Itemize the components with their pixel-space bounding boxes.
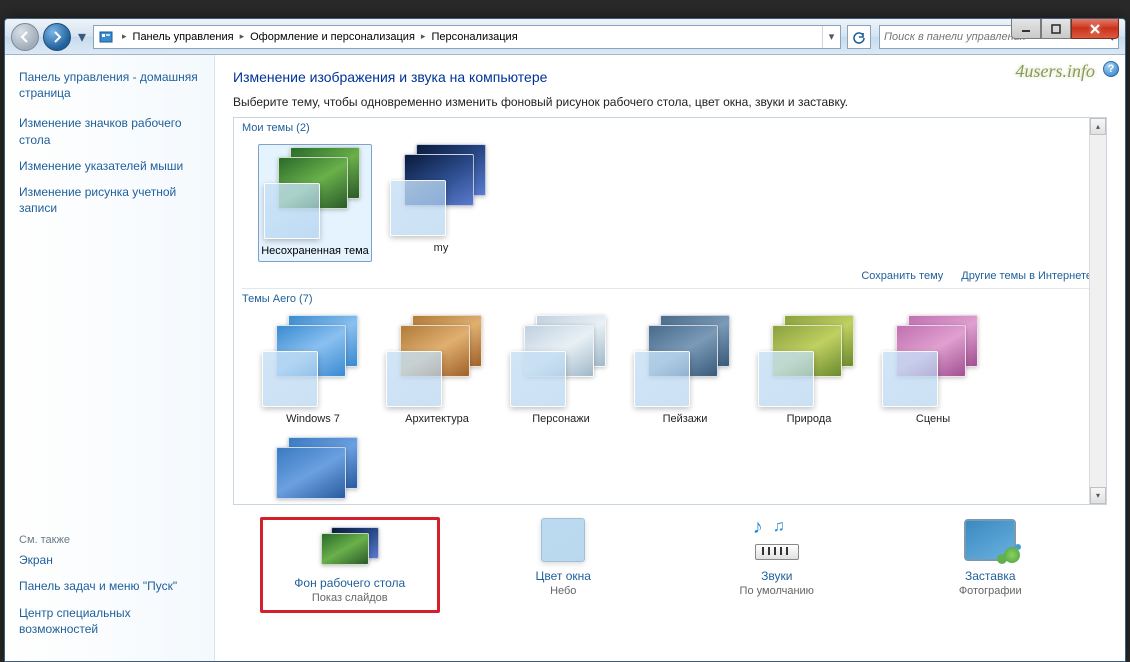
address-dropdown[interactable]: ▾	[822, 26, 840, 48]
theme-my[interactable]: my	[386, 144, 496, 262]
control-panel-home-link[interactable]: Панель управления - домашняя страница	[19, 69, 200, 101]
location-icon	[96, 27, 116, 47]
minimize-button[interactable]	[1011, 19, 1041, 39]
maximize-button[interactable]	[1041, 19, 1071, 39]
chevron-right-icon: ▸	[417, 31, 430, 42]
more-themes-link[interactable]: Другие темы в Интернете	[961, 270, 1092, 282]
option-title: Фон рабочего стола	[294, 576, 405, 590]
option-sub: Небо	[550, 585, 576, 597]
address-bar[interactable]: ▸ Панель управления ▸ Оформление и персо…	[93, 25, 841, 49]
screensaver-option[interactable]: Заставка Фотографии	[900, 517, 1080, 613]
sidebar-link[interactable]: Изменение значков рабочего стола	[19, 115, 200, 147]
see-also-link[interactable]: Центр специальных возможностей	[19, 605, 200, 637]
option-sub: Показ слайдов	[312, 592, 388, 604]
toolbar: ▾ ▸ Панель управления ▸ Оформление и пер…	[5, 19, 1125, 55]
sounds-icon: ♪♫	[744, 517, 810, 563]
forward-button[interactable]	[43, 23, 71, 51]
theme-architecture[interactable]: Архитектура	[382, 315, 492, 427]
help-icon[interactable]: ?	[1103, 61, 1119, 77]
theme-label: Природа	[787, 413, 832, 427]
theme-label: Пейзажи	[663, 413, 708, 427]
sounds-option[interactable]: ♪♫ Звуки По умолчанию	[687, 517, 867, 613]
breadcrumb-seg[interactable]: Оформление и персонализация	[248, 26, 417, 48]
window-color-icon	[530, 517, 596, 563]
save-theme-link[interactable]: Сохранить тему	[861, 270, 943, 282]
breadcrumb-seg[interactable]: Персонализация	[429, 26, 519, 48]
option-sub: Фотографии	[959, 585, 1022, 597]
page-description: Выберите тему, чтобы одновременно измени…	[233, 95, 1107, 109]
nav-history-dropdown[interactable]: ▾	[75, 25, 89, 49]
personalization-options: Фон рабочего стола Показ слайдов Цвет ок…	[233, 505, 1107, 619]
option-title: Звуки	[761, 569, 792, 583]
window-color-option[interactable]: Цвет окна Небо	[473, 517, 653, 613]
theme-landscapes[interactable]: Пейзажи	[630, 315, 740, 427]
theme-label: Архитектура	[405, 413, 469, 427]
watermark: 4users.info	[1015, 61, 1095, 82]
sidebar-link[interactable]: Изменение рисунка учетной записи	[19, 184, 200, 216]
themes-list: ▴ ▾ Мои темы (2) Несохраненная тема	[233, 117, 1107, 505]
group-aero-themes: Темы Aero (7)	[234, 289, 1106, 309]
main-panel: 4users.info ? Изменение изображения и зв…	[215, 55, 1125, 661]
back-button[interactable]	[11, 23, 39, 51]
window-controls	[1011, 19, 1119, 39]
theme-label: Персонажи	[532, 413, 590, 427]
content-body: Панель управления - домашняя страница Из…	[5, 55, 1125, 661]
sidebar: Панель управления - домашняя страница Из…	[5, 55, 215, 661]
theme-windows7[interactable]: Windows 7	[258, 315, 368, 427]
see-also-link[interactable]: Панель задач и меню "Пуск"	[19, 578, 200, 594]
scroll-up-button[interactable]: ▴	[1090, 118, 1106, 135]
option-title: Заставка	[965, 569, 1016, 583]
theme-partial[interactable]	[258, 437, 368, 506]
chevron-right-icon: ▸	[118, 31, 131, 42]
my-themes-actions: Сохранить тему Другие темы в Интернете	[234, 266, 1106, 288]
see-also-link[interactable]: Экран	[19, 552, 200, 568]
theme-nature[interactable]: Природа	[754, 315, 864, 427]
window: ▾ ▸ Панель управления ▸ Оформление и пер…	[4, 18, 1126, 662]
theme-label: Сцены	[916, 413, 950, 427]
breadcrumb-seg[interactable]: Панель управления	[131, 26, 236, 48]
page-title: Изменение изображения и звука на компьют…	[233, 69, 1107, 85]
option-sub: По умолчанию	[740, 585, 814, 597]
screensaver-icon	[957, 517, 1023, 563]
desktop-background-option[interactable]: Фон рабочего стола Показ слайдов	[260, 517, 440, 613]
theme-unsaved[interactable]: Несохраненная тема	[258, 144, 372, 262]
option-title: Цвет окна	[536, 569, 591, 583]
theme-characters[interactable]: Персонажи	[506, 315, 616, 427]
theme-label: Windows 7	[286, 413, 340, 427]
desktop-background-icon	[317, 524, 383, 570]
chevron-right-icon: ▸	[236, 31, 249, 42]
theme-label: Несохраненная тема	[261, 245, 369, 259]
sidebar-link[interactable]: Изменение указателей мыши	[19, 158, 200, 174]
scrollbar[interactable]: ▴ ▾	[1089, 118, 1106, 504]
group-my-themes: Мои темы (2)	[234, 118, 1106, 138]
theme-scenes[interactable]: Сцены	[878, 315, 988, 427]
refresh-button[interactable]	[847, 25, 871, 49]
scroll-down-button[interactable]: ▾	[1090, 487, 1106, 504]
close-button[interactable]	[1071, 19, 1119, 39]
see-also-label: См. также	[19, 534, 200, 546]
theme-label: my	[434, 242, 449, 256]
